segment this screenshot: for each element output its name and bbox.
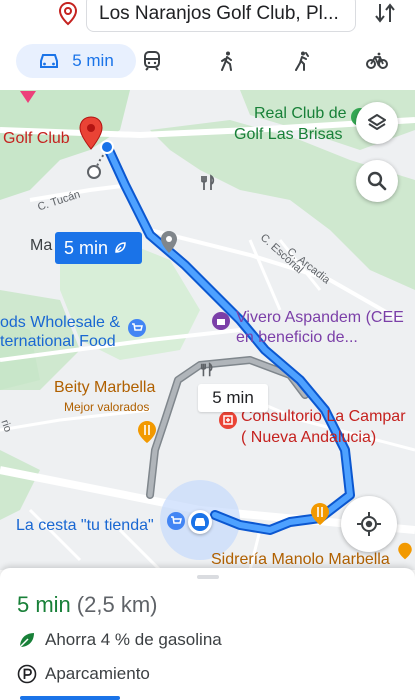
car-icon	[40, 54, 59, 68]
route-time-bubble-alt[interactable]: 5 min	[198, 384, 268, 412]
tab-cycling[interactable]	[363, 44, 391, 78]
route-midpoint-pin-icon	[161, 231, 177, 253]
vivero-label-2: en beneficio de...	[236, 329, 358, 346]
route-time-alt: 5 min	[212, 388, 254, 407]
consultorio-label-2: ( Nueva Andalucia)	[241, 429, 377, 446]
parking-row: Aparcamiento	[17, 664, 150, 684]
tab-driving[interactable]: 5 min	[16, 44, 136, 78]
route-eta: 5 min (2,5 km)	[17, 592, 157, 618]
map-view[interactable]: Golf Club Real Club de Golf Las Brisas C…	[0, 90, 415, 570]
ma-label: Ma	[30, 237, 53, 254]
route-end-dot	[100, 140, 114, 154]
fuel-saving-text: Ahorra 4 % de gasolina	[45, 630, 222, 649]
start-button-edge[interactable]	[20, 696, 120, 700]
search-map-button[interactable]	[356, 160, 398, 202]
restaurant-icon-2	[200, 362, 213, 377]
la-cesta-label: La cesta "tu tienda"	[16, 517, 154, 534]
swap-directions-icon[interactable]	[372, 0, 398, 26]
eco-leaf-icon	[19, 633, 34, 648]
destination-text: Los Naranjos Golf Club, Pl...	[99, 3, 339, 24]
layers-button[interactable]	[356, 102, 398, 144]
driving-time-label: 5 min	[72, 51, 114, 70]
route-time-bubble-primary[interactable]: 5 min	[55, 232, 142, 264]
golf-club-label: Golf Club	[3, 130, 70, 147]
tab-walking[interactable]	[213, 44, 241, 78]
beity-label: Beity Marbella	[54, 379, 156, 396]
real-club-label-1: Real Club de	[254, 105, 347, 122]
restaurant-pin-icon-3	[397, 542, 413, 560]
eco-leaf-icon	[115, 242, 126, 253]
restaurant-pin-icon	[137, 420, 157, 444]
ride-icon	[295, 51, 309, 71]
parking-text: Aparcamiento	[45, 664, 150, 683]
route-summary-sheet[interactable]: 5 min (2,5 km) Ahorra 4 % de gasolina Apa…	[0, 568, 415, 700]
poi-pin-top-icon	[18, 90, 38, 103]
travel-mode-tabs: 5 min	[0, 44, 415, 78]
destination-input[interactable]: Los Naranjos Golf Club, Pl...	[86, 0, 356, 32]
restaurant-icon	[201, 174, 215, 190]
tab-transit[interactable]	[138, 44, 166, 78]
my-location-icon	[357, 512, 381, 536]
fuel-saving-row: Ahorra 4 % de gasolina	[17, 630, 222, 650]
real-club-label-2: Golf Las Brisas	[234, 126, 343, 143]
walking-icon	[221, 51, 232, 71]
eta-distance: (2,5 km)	[76, 592, 158, 617]
bicycle-icon	[366, 52, 388, 69]
layers-icon	[368, 114, 386, 130]
parking-icon	[17, 664, 37, 684]
foods-label-1: ods Wholesale &	[0, 314, 121, 331]
restaurant-pin-icon-2	[310, 502, 330, 526]
beity-sub-label: Mejor valorados	[64, 400, 150, 414]
foods-label-2: ternational Food	[0, 333, 116, 350]
search-icon	[367, 171, 387, 191]
sidreria-label: Sidrería Manolo Marbella	[211, 551, 390, 568]
vivero-label-1: Vivero Aspandem (CEE	[236, 309, 404, 326]
sheet-drag-handle[interactable]	[197, 575, 219, 579]
shopping-cart-icon	[128, 319, 146, 337]
tab-ride-hailing[interactable]	[287, 44, 315, 78]
route-time-primary: 5 min	[64, 237, 109, 258]
eta-time: 5 min	[17, 592, 71, 617]
shop-bag-icon	[212, 312, 230, 330]
shopping-cart-icon-2	[167, 512, 185, 530]
destination-row: Los Naranjos Golf Club, Pl...	[0, 0, 415, 36]
recenter-button[interactable]	[341, 496, 397, 552]
medical-icon	[219, 411, 237, 429]
destination-pin-icon	[58, 2, 78, 26]
current-location-car-icon	[188, 510, 212, 534]
train-icon	[144, 51, 160, 71]
directions-header: Los Naranjos Golf Club, Pl... 5 min	[0, 0, 415, 90]
destination-end-dot	[87, 165, 101, 179]
